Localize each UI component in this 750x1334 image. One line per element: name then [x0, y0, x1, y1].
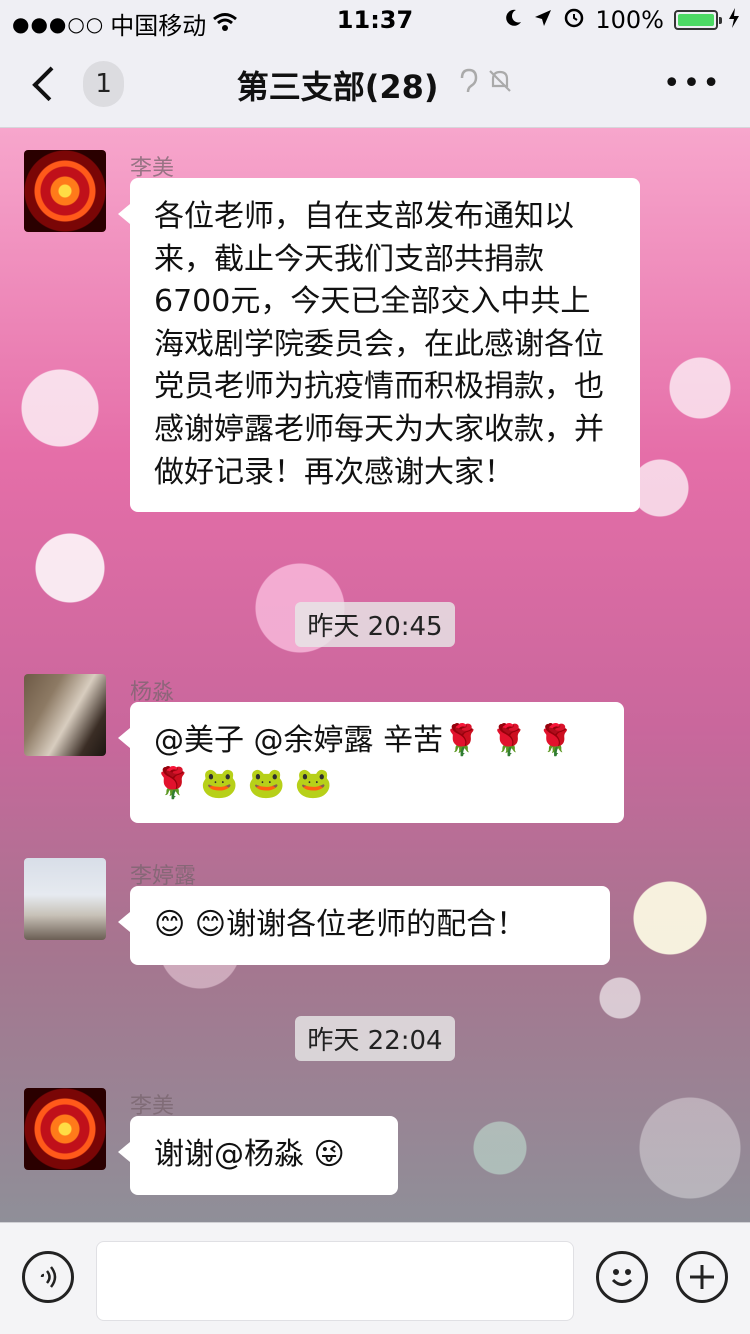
- message-item: 李美 谢谢@杨淼 😜: [24, 1088, 744, 1208]
- battery-icon: [674, 10, 722, 30]
- voice-icon[interactable]: [22, 1251, 74, 1303]
- input-bar: [0, 1222, 750, 1334]
- avatar[interactable]: [24, 150, 106, 232]
- message-bubble[interactable]: 😊 😊谢谢各位老师的配合！: [118, 886, 610, 965]
- message-input[interactable]: [96, 1241, 574, 1321]
- status-bar: ●●●○○ 中国移动 11:37 100%: [0, 0, 750, 40]
- message-bubble[interactable]: 各位老师，自在支部发布通知以来，截止今天我们支部共捐款6700元，今天已全部交入…: [118, 178, 640, 513]
- mute-bell-icon: [489, 70, 512, 92]
- chat-title: 第三支部(28): [236, 68, 439, 106]
- avatar[interactable]: [24, 674, 106, 756]
- timestamp-label: 昨天 20:45: [295, 602, 455, 647]
- avatar[interactable]: [24, 858, 106, 940]
- chat-header: 1 第三支部(28) •••: [0, 40, 750, 128]
- location-icon: [533, 6, 553, 34]
- alarm-icon: [563, 6, 585, 34]
- message-item: 李婷露 😊 😊谢谢各位老师的配合！: [24, 858, 744, 978]
- timestamp-label: 昨天 22:04: [295, 1016, 455, 1061]
- chat-title-container: 第三支部(28): [0, 62, 750, 108]
- plus-icon[interactable]: [676, 1251, 728, 1303]
- message-bubble[interactable]: 谢谢@杨淼 😜: [118, 1116, 398, 1195]
- timestamp-divider: 昨天 22:04: [0, 1016, 750, 1061]
- chat-area[interactable]: 李美 各位老师，自在支部发布通知以来，截止今天我们支部共捐款6700元，今天已全…: [0, 128, 750, 1222]
- battery-percent: 100%: [595, 6, 664, 34]
- chat-status-icons: [458, 68, 514, 100]
- message-bubble[interactable]: @美子 @余婷露 辛苦🌹 🌹 🌹 🌹 🐸 🐸 🐸: [118, 702, 624, 824]
- timestamp-divider: 昨天 20:45: [0, 602, 750, 647]
- emoji-icon[interactable]: [596, 1251, 648, 1303]
- status-right: 100%: [503, 6, 740, 34]
- message-item: 李美 各位老师，自在支部发布通知以来，截止今天我们支部共捐款6700元，今天已全…: [24, 150, 744, 560]
- more-options-button[interactable]: •••: [663, 66, 722, 101]
- avatar[interactable]: [24, 1088, 106, 1170]
- moon-icon: [503, 6, 523, 34]
- earpiece-icon: [460, 68, 477, 93]
- message-item: 杨淼 @美子 @余婷露 辛苦🌹 🌹 🌹 🌹 🐸 🐸 🐸: [24, 674, 744, 824]
- charging-icon: [728, 6, 740, 34]
